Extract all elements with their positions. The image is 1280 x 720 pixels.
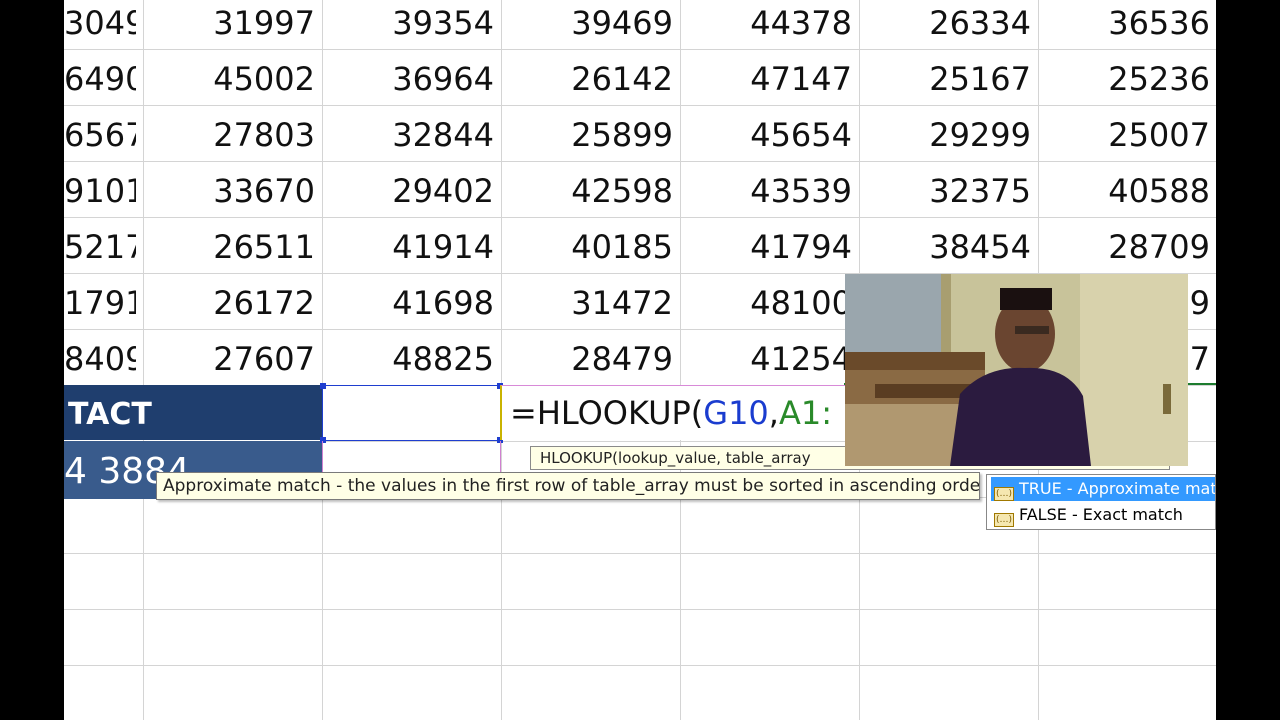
table-cell[interactable]: 45654 [681,112,852,167]
formula-text[interactable]: =HLOOKUP(G10,A1: [510,392,832,434]
table-cell[interactable]: 26334 [860,0,1031,55]
table-cell[interactable]: 31472 [502,280,673,335]
table-cell[interactable]: 29402 [323,168,494,223]
table-cell[interactable]: 27607 [144,336,315,391]
table-cell[interactable]: 47147 [681,56,852,111]
range-selection-box[interactable] [322,385,501,441]
table-cell[interactable]: 39354 [323,0,494,55]
table-cell[interactable]: 48825 [323,336,494,391]
table-cell[interactable]: 41794 [681,224,852,279]
table-cell[interactable]: 26172 [144,280,315,335]
formula-ref-lookup: G10 [703,394,769,432]
webcam-video-frame [845,274,1188,466]
table-cell[interactable]: 6567 [64,112,136,167]
table-cell[interactable]: 25236 [1039,56,1210,111]
table-cell[interactable]: 9101 [64,168,136,223]
row-gridline [64,665,1216,666]
autocomplete-item-label: TRUE - Approximate match [1019,479,1216,498]
table-cell[interactable]: 44378 [681,0,852,55]
formula-edit-cell[interactable]: =HLOOKUP(G10,A1: [500,385,846,440]
table-cell[interactable]: 5217 [64,224,136,279]
table-cell[interactable]: 41254 [681,336,852,391]
table-cell[interactable]: 26511 [144,224,315,279]
table-cell[interactable]: 36964 [323,56,494,111]
table-cell[interactable]: 27803 [144,112,315,167]
table-cell[interactable]: 41914 [323,224,494,279]
table-cell[interactable]: 40588 [1039,168,1210,223]
autocomplete-item-true[interactable]: (…) TRUE - Approximate match [991,477,1216,501]
table-cell[interactable]: 8409 [64,336,136,391]
table-cell[interactable]: 33670 [144,168,315,223]
autocomplete-list[interactable]: (…) TRUE - Approximate match (…) FALSE - E… [986,474,1216,530]
table-cell[interactable]: 40185 [502,224,673,279]
row-gridline [64,553,1216,554]
table-cell[interactable]: 29299 [860,112,1031,167]
list-option-icon: (…) [994,513,1014,527]
table-cell[interactable]: 1791 [64,280,136,335]
list-option-icon: (…) [994,487,1014,501]
table-cell[interactable]: 41698 [323,280,494,335]
table-cell[interactable]: 31997 [144,0,315,55]
table-cell[interactable]: 43539 [681,168,852,223]
table-cell[interactable]: 32844 [323,112,494,167]
formula-ref-table: A1: [778,394,832,432]
webcam-overlay [845,274,1188,466]
contact-label: TACT [68,397,152,432]
table-cell[interactable]: 36536 [1039,0,1210,55]
table-cell[interactable]: 32375 [860,168,1031,223]
table-cell[interactable]: 28479 [502,336,673,391]
selection-handle[interactable] [320,383,326,389]
table-cell[interactable]: 38454 [860,224,1031,279]
table-cell[interactable]: 39469 [502,0,673,55]
table-cell[interactable]: 25167 [860,56,1031,111]
table-cell[interactable]: 25899 [502,112,673,167]
autocomplete-item-label: FALSE - Exact match [1019,505,1183,524]
table-cell[interactable]: 25007 [1039,112,1210,167]
table-cell[interactable]: 6490 [64,56,136,111]
table-cell[interactable]: 45002 [144,56,315,111]
table-cell[interactable]: 3049 [64,0,136,55]
table-cell[interactable]: 42598 [502,168,673,223]
autocomplete-item-false[interactable]: (…) FALSE - Exact match [991,503,1215,527]
argument-description-tooltip: Approximate match - the values in the fi… [156,472,980,500]
formula-comma: , [768,394,779,432]
table-cell[interactable]: 26142 [502,56,673,111]
formula-function: =HLOOKUP( [510,394,704,432]
row-gridline [64,609,1216,610]
table-cell[interactable]: 28709 [1039,224,1210,279]
table-cell[interactable]: 48100 [681,280,852,335]
